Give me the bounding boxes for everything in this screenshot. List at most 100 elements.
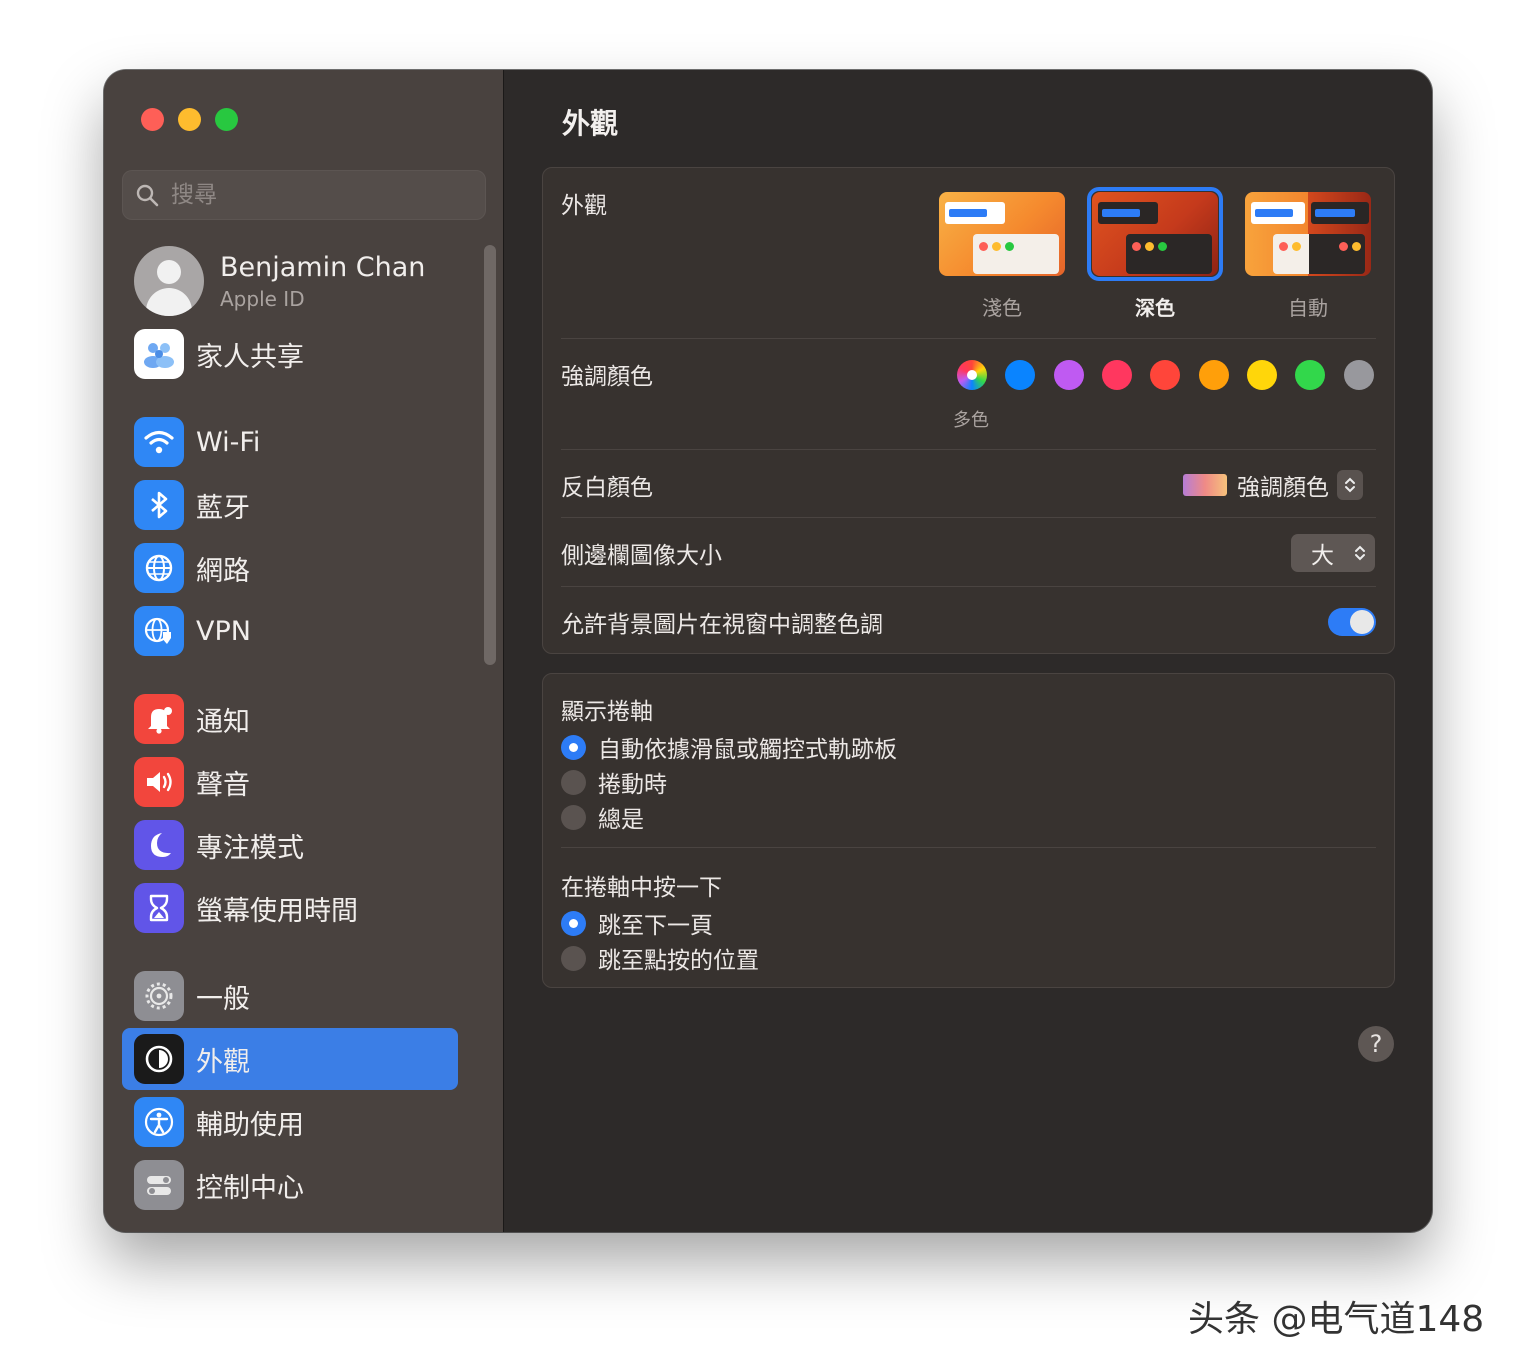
appearance-dark-option[interactable] xyxy=(1092,192,1218,276)
accent-swatch-purple[interactable] xyxy=(1054,360,1084,390)
accent-swatch-yellow[interactable] xyxy=(1247,360,1277,390)
sidebar-item-label: 專注模式 xyxy=(196,832,304,864)
appearance-icon xyxy=(134,1034,184,1084)
click-scrollbar-next-page[interactable]: 跳至下一頁 xyxy=(561,906,713,940)
appearance-auto-label: 自動 xyxy=(1288,296,1328,320)
divider xyxy=(561,847,1376,848)
divider xyxy=(561,517,1376,518)
gear-icon xyxy=(134,971,184,1021)
help-button[interactable]: ? xyxy=(1358,1026,1394,1062)
show-scrollbars-auto[interactable]: 自動依據滑鼠或觸控式軌跡板 xyxy=(561,730,897,764)
sidebar-item-vpn[interactable]: VPN xyxy=(122,600,458,662)
radio-button[interactable] xyxy=(561,804,586,830)
sidebar-item-control-center[interactable]: 控制中心 xyxy=(122,1154,458,1216)
sidebar-item-label: 家人共享 xyxy=(196,341,304,373)
sidebar-item-label: 通知 xyxy=(196,706,250,738)
family-icon xyxy=(134,329,184,379)
divider xyxy=(561,449,1376,450)
minimize-button[interactable] xyxy=(178,108,201,131)
sidebar-scrollbar[interactable] xyxy=(484,245,496,665)
moon-icon xyxy=(134,820,184,870)
accent-swatch-red[interactable] xyxy=(1150,360,1180,390)
appearance-panel: 外觀 淺色 深色 自動 強調顏色 多色 反白顏色 強調顏色 側邊欄圖像大小 大 … xyxy=(542,167,1395,654)
search-input[interactable] xyxy=(171,182,471,208)
accent-swatch-blue[interactable] xyxy=(1005,360,1035,390)
sidebar-item-label: 聲音 xyxy=(196,769,250,801)
show-scrollbars-label: 顯示捲軸 xyxy=(561,699,653,725)
highlight-color-popup[interactable]: 強調顏色 xyxy=(1183,468,1363,502)
accessibility-icon xyxy=(134,1097,184,1147)
control-center-icon xyxy=(134,1160,184,1210)
accent-swatch-pink[interactable] xyxy=(1102,360,1132,390)
sidebar-item-appearance[interactable]: 外觀 xyxy=(122,1028,458,1090)
page-title: 外觀 xyxy=(562,107,619,140)
appearance-label: 外觀 xyxy=(561,193,607,219)
accent-color-label: 強調顏色 xyxy=(561,364,653,390)
accent-swatch-graphite[interactable] xyxy=(1344,360,1374,390)
network-icon xyxy=(134,543,184,593)
sidebar-item-label: 一般 xyxy=(196,983,250,1015)
profile-name: Benjamin Chan xyxy=(220,251,426,283)
show-scrollbars-when-scrolling[interactable]: 捲動時 xyxy=(561,765,667,799)
sidebar-item-accessibility[interactable]: 輔助使用 xyxy=(122,1091,458,1153)
appearance-auto-option[interactable] xyxy=(1245,192,1371,276)
vpn-icon xyxy=(134,606,184,656)
radio-button[interactable] xyxy=(561,945,586,971)
radio-button[interactable] xyxy=(561,910,586,936)
sidebar-item-general[interactable]: 一般 xyxy=(122,965,458,1027)
watermark: 头条 @电气道148 xyxy=(1188,1299,1485,1340)
traffic-lights xyxy=(141,108,238,131)
sidebar-icon-size-value: 大 xyxy=(1311,543,1334,569)
radio-button[interactable] xyxy=(561,734,586,760)
sidebar-item-label: 螢幕使用時間 xyxy=(196,895,358,927)
chevron-updown-icon xyxy=(1355,545,1365,561)
sidebar-icon-size-select[interactable]: 大 xyxy=(1291,534,1375,572)
accent-swatch-green[interactable] xyxy=(1295,360,1325,390)
sidebar-item-bluetooth[interactable]: 藍牙 xyxy=(122,474,458,536)
sidebar-item-network[interactable]: 網路 xyxy=(122,537,458,599)
wallpaper-tint-toggle[interactable] xyxy=(1328,608,1376,636)
divider xyxy=(561,586,1376,587)
sidebar-icon-size-label: 側邊欄圖像大小 xyxy=(561,543,722,569)
search-field[interactable] xyxy=(122,170,486,220)
speaker-icon xyxy=(134,757,184,807)
bell-icon xyxy=(134,694,184,744)
click-scrollbar-label: 在捲軸中按一下 xyxy=(561,875,722,901)
avatar xyxy=(134,246,204,316)
highlight-color-value: 強調顏色 xyxy=(1237,475,1329,501)
profile-subtitle: Apple ID xyxy=(220,286,305,311)
appearance-dark-label: 深色 xyxy=(1135,296,1175,320)
multicolor-label: 多色 xyxy=(953,410,989,431)
sidebar-item-family[interactable]: 家人共享 xyxy=(122,323,458,385)
search-icon xyxy=(136,184,159,207)
sidebar-item-screen-time[interactable]: 螢幕使用時間 xyxy=(122,877,458,939)
wifi-icon xyxy=(134,417,184,467)
radio-button[interactable] xyxy=(561,769,586,795)
sidebar-item-label: 控制中心 xyxy=(196,1172,304,1204)
close-button[interactable] xyxy=(141,108,164,131)
sidebar-item-label: 外觀 xyxy=(196,1046,250,1078)
show-scrollbars-always[interactable]: 總是 xyxy=(561,800,644,834)
scrollbar-panel: 顯示捲軸 自動依據滑鼠或觸控式軌跡板 捲動時 總是 在捲軸中按一下 跳至下一頁 … xyxy=(542,673,1395,988)
wallpaper-tint-label: 允許背景圖片在視窗中調整色調 xyxy=(561,612,883,638)
appearance-light-label: 淺色 xyxy=(982,296,1022,320)
accent-swatch-orange[interactable] xyxy=(1199,360,1229,390)
click-scrollbar-clicked-spot[interactable]: 跳至點按的位置 xyxy=(561,941,759,975)
accent-swatch-multicolor[interactable] xyxy=(957,360,987,390)
zoom-button[interactable] xyxy=(215,108,238,131)
sidebar-item-label: 藍牙 xyxy=(196,492,250,524)
bluetooth-icon xyxy=(134,480,184,530)
sidebar-item-sound[interactable]: 聲音 xyxy=(122,751,458,813)
sidebar-item-notifications[interactable]: 通知 xyxy=(122,688,458,750)
hourglass-icon xyxy=(134,883,184,933)
sidebar-item-label: VPN xyxy=(196,615,251,647)
settings-window: Benjamin Chan Apple ID 家人共享 Wi-Fi 藍牙 xyxy=(104,70,1432,1232)
sidebar: Benjamin Chan Apple ID 家人共享 Wi-Fi 藍牙 xyxy=(104,70,504,1232)
highlight-color-label: 反白顏色 xyxy=(561,475,653,501)
appearance-light-option[interactable] xyxy=(939,192,1065,276)
divider xyxy=(561,338,1376,339)
sidebar-item-label: Wi-Fi xyxy=(196,426,261,458)
sidebar-item-wifi[interactable]: Wi-Fi xyxy=(122,411,458,473)
apple-id-profile[interactable]: Benjamin Chan Apple ID xyxy=(134,246,425,316)
sidebar-item-focus[interactable]: 專注模式 xyxy=(122,814,458,876)
